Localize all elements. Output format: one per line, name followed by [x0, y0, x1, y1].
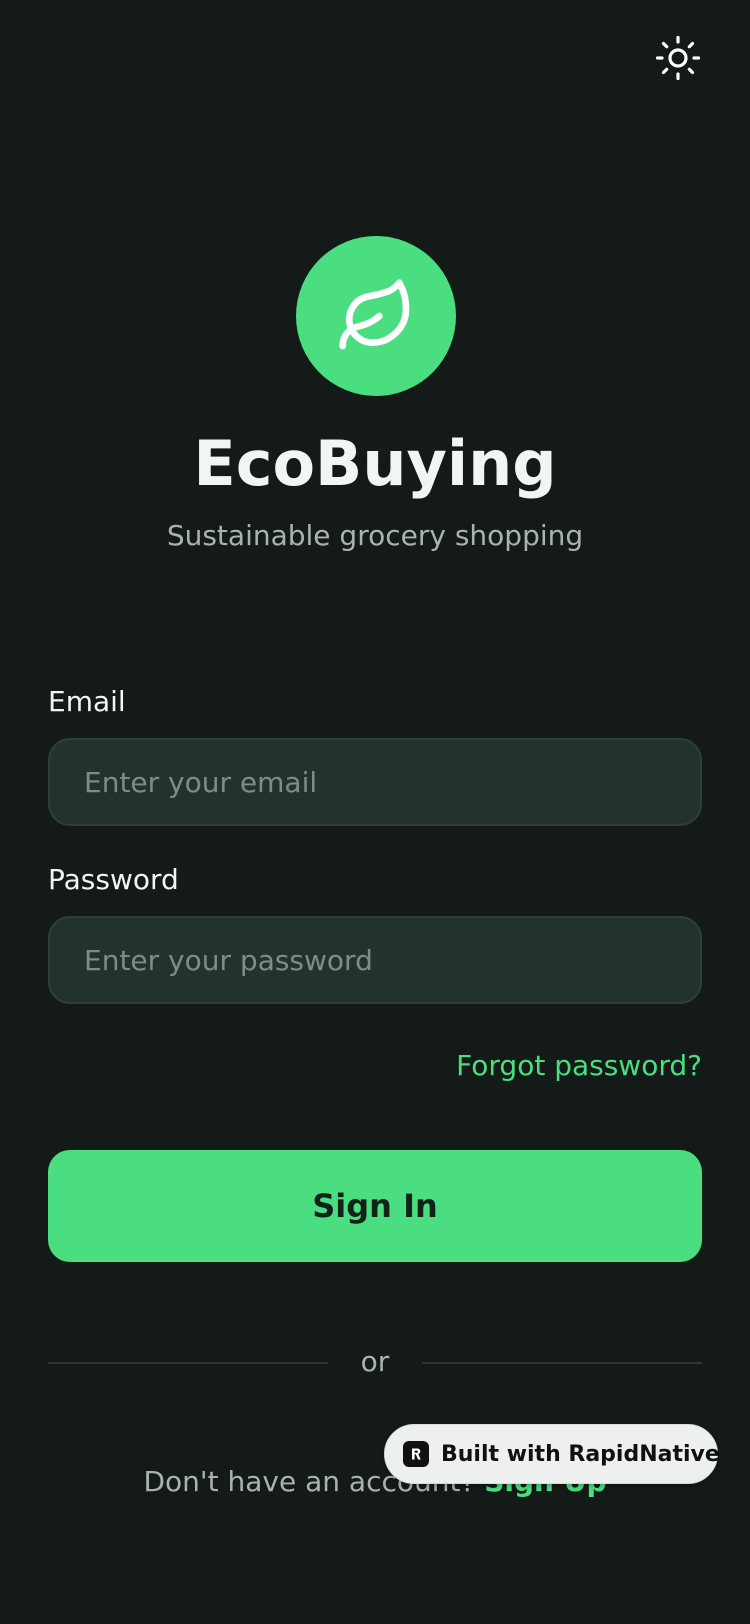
email-label: Email: [48, 685, 126, 718]
email-input[interactable]: [82, 764, 668, 800]
app-tagline: Sustainable grocery shopping: [166, 519, 584, 552]
forgot-password-link[interactable]: Forgot password?: [456, 1048, 702, 1084]
leaf-icon: [339, 279, 410, 350]
login-screen: EcoBuying Sustainable grocery shopping E…: [0, 0, 750, 1624]
built-with-badge[interactable]: Built with RapidNative: [384, 1424, 720, 1484]
theme-toggle-button[interactable]: [650, 30, 706, 86]
password-label: Password: [48, 863, 179, 896]
sun-icon: [655, 35, 701, 81]
password-field-container: [48, 916, 702, 1004]
divider-label: or: [360, 1345, 390, 1378]
password-input[interactable]: [82, 942, 668, 978]
badge-label: Built with RapidNative: [441, 1441, 720, 1467]
sign-in-button[interactable]: Sign In: [48, 1150, 702, 1262]
app-title: EcoBuying: [193, 427, 557, 500]
rapidnative-logo-icon: [403, 1441, 429, 1467]
email-field-container: [48, 738, 702, 826]
app-logo: [296, 236, 456, 396]
